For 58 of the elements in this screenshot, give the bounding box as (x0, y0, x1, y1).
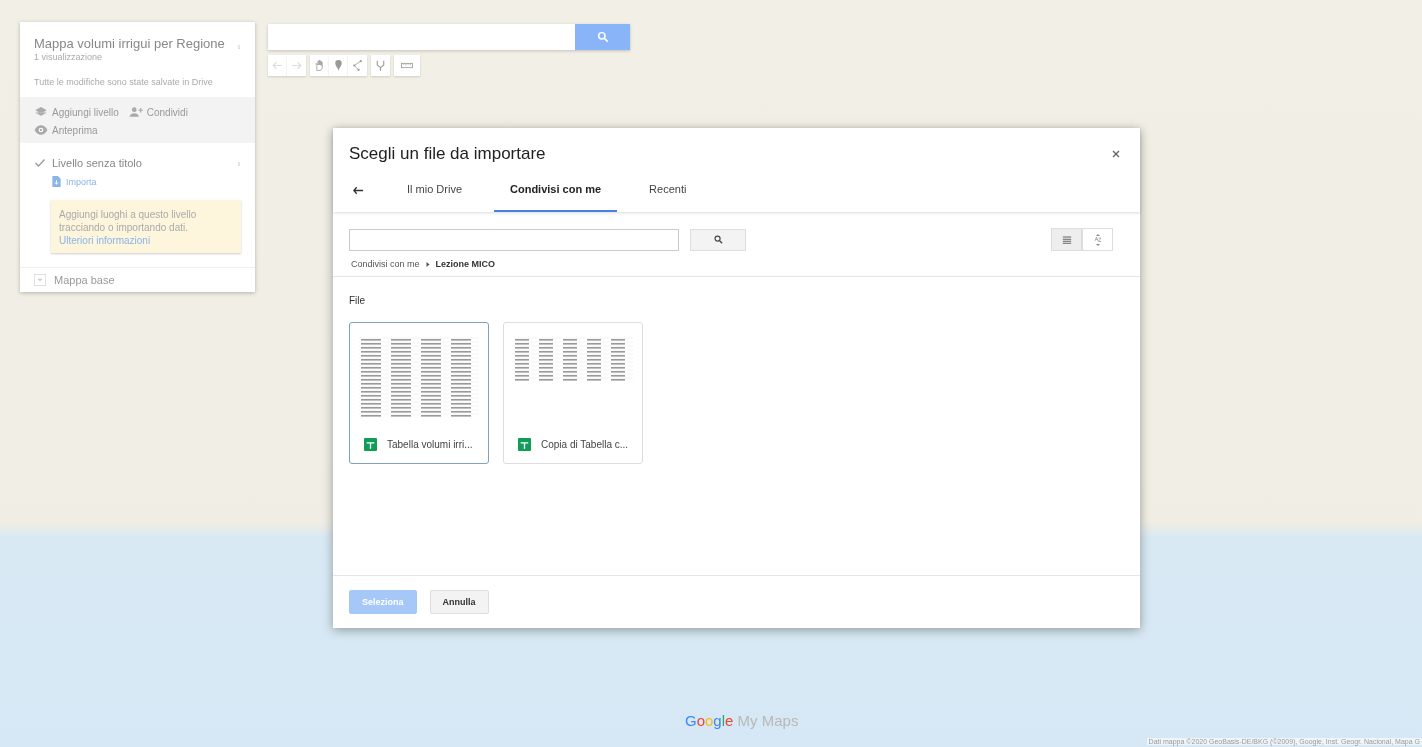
dialog-title: Scegli un file da importare (349, 144, 546, 164)
hint-text: Aggiungi luoghi a questo livello tracciando o importando dati. Ulteriori informazioni (59, 208, 198, 247)
section-heading: File (349, 295, 367, 306)
breadcrumb-link[interactable]: Condivisi con me (351, 259, 420, 269)
file-card[interactable]: Tabella volumi irri... (349, 322, 489, 464)
caret-icon (36, 276, 44, 284)
list-view-button[interactable] (1051, 228, 1082, 251)
action-link[interactable]: Anteprima (34, 123, 98, 137)
tool-button[interactable] (348, 55, 367, 76)
undo-icon (271, 59, 284, 72)
more-info-link[interactable]: Ulteriori informazioni (59, 235, 151, 246)
redo-icon (290, 59, 303, 72)
line-icon (351, 59, 364, 72)
action-link[interactable]: Aggiungi livello (34, 105, 119, 119)
action-link[interactable]: Condividi (128, 105, 188, 119)
cancel-button[interactable]: Annulla (429, 590, 489, 614)
layer-checkbox[interactable] (34, 156, 46, 169)
hand-icon (313, 59, 326, 72)
search-field[interactable] (268, 24, 575, 50)
sheet-icon (364, 438, 377, 451)
route-icon (374, 59, 387, 72)
close-icon (1112, 150, 1120, 158)
save-status: Tutte le modifiche sono state salvate in Drive (34, 77, 214, 87)
back-arrow-icon (351, 184, 365, 196)
expand-toggle[interactable] (34, 274, 46, 286)
view-count: 1 visualizzazione (34, 52, 104, 62)
tool-button[interactable] (310, 55, 329, 76)
tab[interactable]: Condivisi con me (494, 168, 618, 212)
breadcrumb-link[interactable]: Lezione MICO (435, 259, 496, 269)
person-add-icon (128, 105, 143, 119)
eye-icon (34, 123, 48, 137)
file-name: Tabella volumi irri... (387, 439, 473, 450)
caret-right-icon (424, 260, 431, 268)
tool-button[interactable] (394, 55, 420, 76)
search-button[interactable] (575, 24, 630, 50)
tool-button[interactable] (371, 55, 390, 76)
layer-title[interactable]: Livello senza titolo (52, 156, 231, 169)
sort-icon (1091, 232, 1104, 247)
layers-icon (34, 105, 48, 119)
search-field[interactable] (349, 228, 679, 251)
sheet-icon (518, 438, 531, 451)
tool-button[interactable] (329, 55, 348, 76)
tab[interactable]: Il mio Drive (391, 168, 478, 212)
list-icon (1060, 234, 1073, 245)
tab[interactable]: Recenti (633, 168, 703, 212)
search-icon (595, 30, 610, 44)
import-link[interactable]: Importa (51, 175, 241, 188)
checkmark-icon (34, 156, 46, 169)
file-icon (51, 175, 62, 188)
marker-icon (332, 59, 345, 72)
sort-button[interactable] (1082, 228, 1113, 251)
search-button[interactable] (690, 228, 746, 251)
search-icon (712, 234, 724, 245)
file-card[interactable]: Copia di Tabella c... (503, 322, 643, 464)
logo: Google My Maps (685, 712, 799, 729)
base-map-label[interactable]: Mappa base (54, 274, 115, 286)
file-name: Copia di Tabella c... (541, 439, 629, 450)
map-title[interactable]: Mappa volumi irrigui per Regione (34, 36, 225, 51)
